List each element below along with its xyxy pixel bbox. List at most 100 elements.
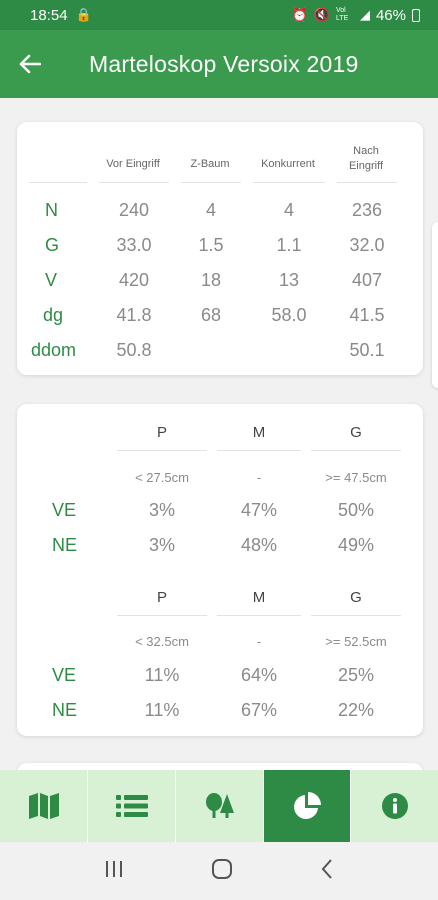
table-cell: 50% bbox=[337, 500, 375, 520]
battery-icon bbox=[412, 8, 420, 22]
header-divider bbox=[99, 182, 169, 183]
table-cell: 236 bbox=[351, 200, 383, 220]
recent-apps-icon bbox=[105, 860, 122, 877]
range-label: >= 47.5cm bbox=[325, 470, 387, 485]
content-area[interactable]: Vor Eingriff Z-Baum Konkurrent Nach Eing… bbox=[0, 98, 438, 770]
system-navigation-bar bbox=[0, 842, 438, 900]
status-bar: 18:54 🔒 ⏰ 🔇 Vol LTE ◢ 46% bbox=[0, 0, 438, 30]
header-divider bbox=[217, 450, 301, 451]
table-cell: 240 bbox=[118, 200, 150, 220]
row-label-ve: VE bbox=[52, 665, 77, 685]
back-nav-button[interactable] bbox=[320, 858, 334, 885]
header-vor-eingriff: Vor Eingriff bbox=[106, 158, 160, 170]
header-divider bbox=[337, 182, 397, 183]
header-divider bbox=[311, 615, 401, 616]
mute-icon: 🔇 bbox=[313, 7, 330, 22]
row-label-ne: NE bbox=[52, 535, 78, 555]
table-cell: 13 bbox=[278, 270, 300, 290]
range-label: < 27.5cm bbox=[135, 470, 189, 485]
header-divider bbox=[311, 450, 401, 451]
table-cell: 18 bbox=[200, 270, 222, 290]
nav-info[interactable] bbox=[351, 770, 438, 842]
battery-percent: 46% bbox=[375, 6, 406, 24]
column-header-m: M bbox=[252, 424, 266, 441]
status-time: 18:54 bbox=[30, 6, 68, 24]
table-cell: 33.0 bbox=[116, 235, 152, 255]
column-header-p: P bbox=[156, 589, 167, 606]
column-header-g: G bbox=[350, 424, 362, 441]
header-divider bbox=[29, 182, 87, 183]
table-cell: 58.0 bbox=[271, 305, 307, 325]
table-cell: 64% bbox=[240, 665, 278, 685]
table-cell: 32.0 bbox=[349, 235, 385, 255]
table-cell: 3% bbox=[148, 535, 175, 555]
table-cell: 67% bbox=[240, 700, 278, 720]
app-bar: Marteloskop Versoix 2019 bbox=[0, 30, 438, 98]
range-label: - bbox=[256, 634, 262, 649]
summary-card: Vor Eingriff Z-Baum Konkurrent Nach Eing… bbox=[17, 122, 423, 375]
row-label-ve: VE bbox=[52, 500, 77, 520]
signal-text: Vol LTE bbox=[335, 7, 349, 22]
table-cell: 50.1 bbox=[349, 340, 385, 360]
table-cell: 11% bbox=[144, 665, 180, 685]
range-label: < 32.5cm bbox=[135, 634, 189, 649]
column-header-m: M bbox=[252, 589, 266, 606]
nav-statistics[interactable] bbox=[264, 770, 351, 842]
home-icon bbox=[211, 858, 232, 879]
map-icon bbox=[28, 793, 59, 819]
header-divider bbox=[217, 615, 301, 616]
header-nach-eingriff-1: Nach bbox=[353, 145, 379, 157]
nav-trees[interactable] bbox=[176, 770, 264, 842]
column-header-p: P bbox=[156, 424, 167, 441]
table-cell: 4 bbox=[205, 200, 216, 220]
table-cell: 50.8 bbox=[116, 340, 152, 360]
pie-chart-icon bbox=[294, 792, 321, 819]
table-cell: 41.5 bbox=[349, 305, 385, 325]
trees-icon bbox=[205, 793, 234, 818]
table-cell: 420 bbox=[118, 270, 150, 290]
row-label-dg: dg bbox=[43, 305, 64, 325]
table-cell: 48% bbox=[240, 535, 278, 555]
recent-apps-button[interactable] bbox=[104, 860, 124, 883]
header-konkurrent: Konkurrent bbox=[261, 158, 315, 170]
table-cell: 1.5 bbox=[198, 235, 224, 255]
nav-map[interactable] bbox=[0, 770, 88, 842]
info-icon bbox=[381, 793, 408, 819]
column-header-g: G bbox=[350, 589, 362, 606]
range-label: >= 52.5cm bbox=[325, 634, 387, 649]
table-cell: 3% bbox=[148, 500, 175, 520]
table-cell: 11% bbox=[144, 700, 180, 720]
row-label-g: G bbox=[45, 235, 60, 255]
bottom-navigation bbox=[0, 770, 438, 842]
chevron-left-icon bbox=[321, 858, 333, 879]
header-divider bbox=[253, 182, 325, 183]
header-z-baum: Z-Baum bbox=[190, 158, 230, 170]
next-card-edge bbox=[17, 763, 423, 770]
signal-icon: ◢ bbox=[359, 7, 370, 22]
table-cell: 49% bbox=[337, 535, 375, 555]
row-label-n: N bbox=[45, 200, 58, 220]
table-cell: 22% bbox=[337, 700, 375, 720]
lock-icon: 🔒 bbox=[75, 7, 92, 22]
list-icon bbox=[115, 795, 148, 817]
back-button[interactable] bbox=[0, 30, 60, 98]
header-nach-eingriff-2: Eingriff bbox=[348, 160, 384, 172]
header-divider bbox=[117, 615, 207, 616]
alarm-icon: ⏰ bbox=[291, 7, 308, 22]
arrow-back-icon bbox=[19, 54, 41, 74]
table-cell: 68 bbox=[200, 305, 222, 325]
table-cell: 25% bbox=[337, 665, 375, 685]
table-cell: 4 bbox=[283, 200, 294, 220]
row-label-ne: NE bbox=[52, 700, 78, 720]
page-title: Marteloskop Versoix 2019 bbox=[89, 50, 359, 77]
row-label-v: V bbox=[45, 270, 58, 290]
header-divider bbox=[117, 450, 207, 451]
diameter-class-card: P M G < 27.5cm - >= 47.5cm VE 3% 47% 50%… bbox=[17, 404, 423, 736]
table-cell: 41.8 bbox=[116, 305, 152, 325]
nav-list[interactable] bbox=[88, 770, 176, 842]
range-label: - bbox=[256, 470, 262, 485]
home-button[interactable] bbox=[211, 858, 233, 885]
table-cell: 407 bbox=[351, 270, 383, 290]
row-label-ddom: ddom bbox=[31, 340, 77, 360]
table-cell: 1.1 bbox=[276, 235, 302, 255]
